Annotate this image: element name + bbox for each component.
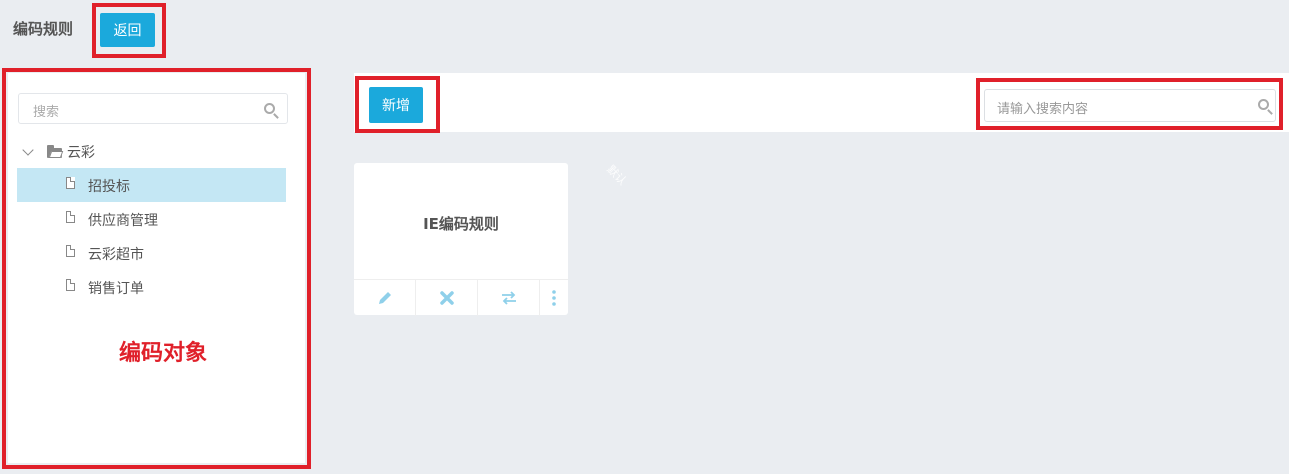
default-watermark: 默认 [604,162,630,188]
annotation-box-back [92,3,166,58]
annotation-box-new [355,76,440,133]
rule-card-title: IE编码规则 [423,215,499,233]
edit-icon[interactable] [354,280,416,316]
more-icon[interactable] [540,280,568,316]
annotation-box-search [976,78,1283,130]
annotation-box-left-panel [2,68,311,469]
page-title: 编码规则 [13,20,74,38]
rule-card-actions [354,279,568,316]
rule-card[interactable]: IE编码规则 [354,163,568,316]
swap-icon[interactable] [478,280,540,316]
delete-icon[interactable] [416,280,478,316]
